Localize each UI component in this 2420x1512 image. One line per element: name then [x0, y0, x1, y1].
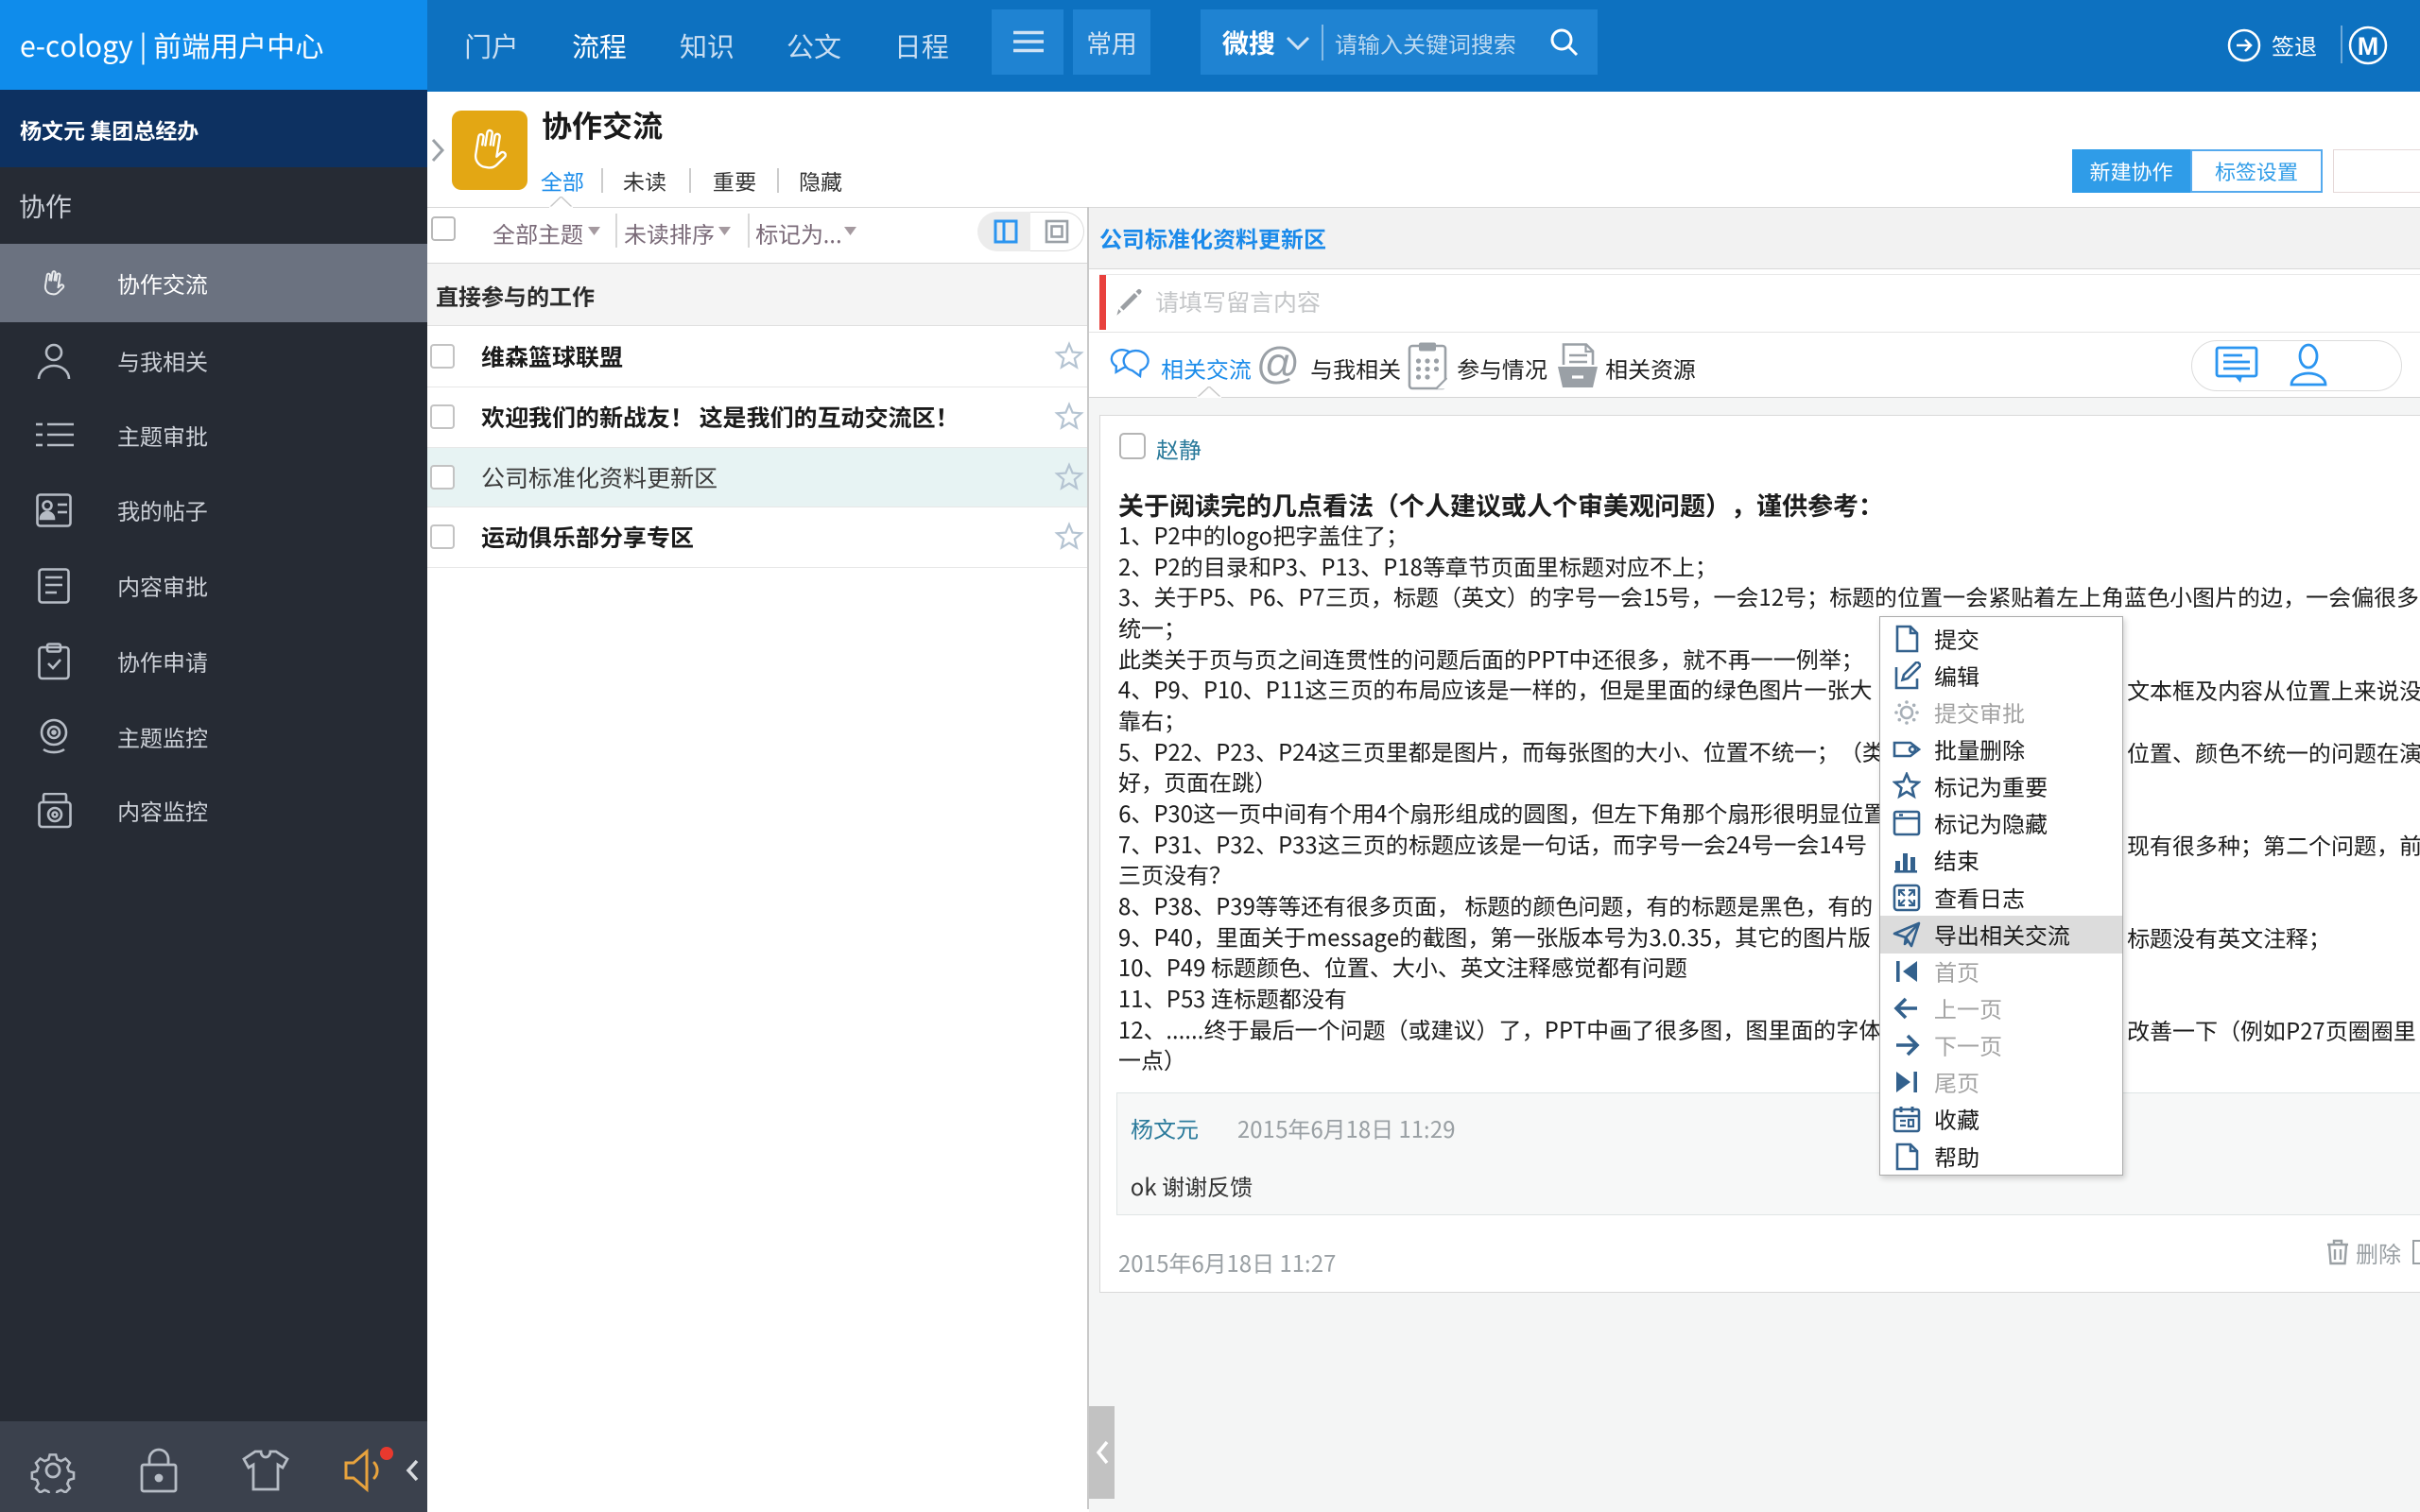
svg-text:M: M — [2358, 32, 2379, 60]
